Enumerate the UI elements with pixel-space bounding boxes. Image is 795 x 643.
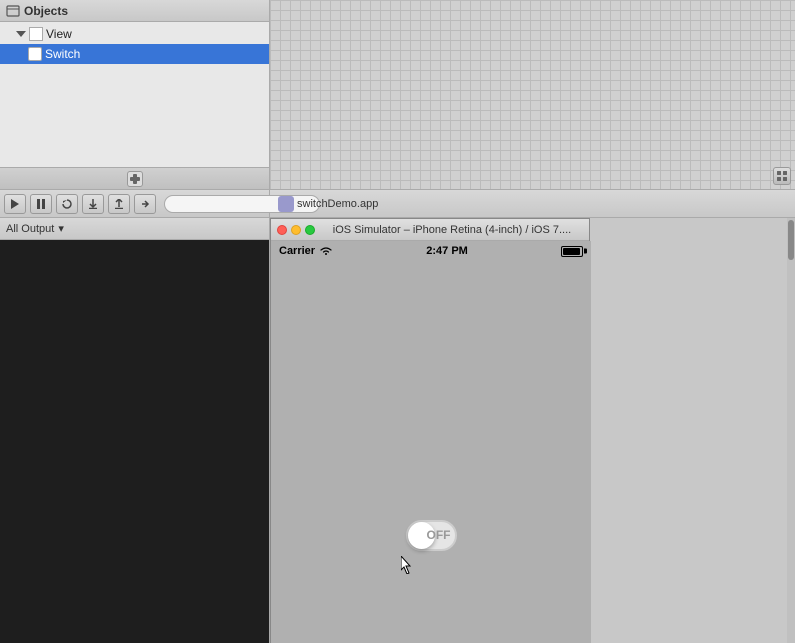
iphone-content: OFF — [271, 261, 591, 643]
toolbar-left — [0, 190, 270, 217]
upload-button[interactable] — [108, 194, 130, 214]
output-content — [0, 240, 269, 643]
simulator-titlebar: iOS Simulator – iPhone Retina (4-inch) /… — [271, 219, 589, 241]
objects-header-icon — [6, 4, 20, 18]
arrow-button[interactable] — [134, 194, 156, 214]
canvas-corner-icon[interactable] — [773, 167, 791, 185]
status-left: Carrier — [279, 245, 333, 257]
app-icon — [278, 196, 294, 212]
top-area: Objects View Switch — [0, 0, 795, 190]
objects-add-button[interactable] — [127, 171, 143, 187]
tree-item-view[interactable]: View — [0, 24, 269, 44]
output-header: All Output ▾ — [0, 218, 269, 240]
status-right — [561, 246, 583, 257]
objects-header-label: Objects — [24, 4, 68, 18]
battery-icon — [561, 246, 583, 257]
middle-toolbar: switchDemo.app — [0, 190, 795, 218]
refresh-button[interactable] — [56, 194, 78, 214]
simulator-panel: iOS Simulator – iPhone Retina (4-inch) /… — [270, 218, 795, 643]
minimize-button[interactable] — [291, 225, 301, 235]
canvas-area — [270, 0, 795, 189]
simulator-scrollbar[interactable] — [787, 218, 795, 643]
objects-header: Objects — [0, 0, 269, 22]
switch-icon — [28, 47, 42, 61]
view-label: View — [46, 27, 72, 41]
output-dropdown-icon[interactable]: ▾ — [58, 222, 64, 235]
close-button[interactable] — [277, 225, 287, 235]
switch-label: Switch — [45, 47, 80, 61]
bottom-area: All Output ▾ iOS Simulator – iPhone Reti… — [0, 218, 795, 643]
wifi-icon — [319, 246, 333, 256]
pause-button[interactable] — [30, 194, 52, 214]
simulator-window: iOS Simulator – iPhone Retina (4-inch) /… — [270, 218, 590, 643]
iphone-statusbar: Carrier 2:47 PM — [271, 241, 591, 261]
status-time: 2:47 PM — [426, 245, 468, 257]
iphone-screen: Carrier 2:47 PM — [271, 241, 591, 643]
carrier-label: Carrier — [279, 245, 315, 257]
view-icon — [29, 27, 43, 41]
app-name: switchDemo.app — [297, 198, 378, 210]
objects-panel: Objects View Switch — [0, 0, 270, 189]
simulator-title: iOS Simulator – iPhone Retina (4-inch) /… — [321, 224, 583, 236]
output-panel: All Output ▾ — [0, 218, 270, 643]
scrollbar-thumb[interactable] — [788, 220, 794, 260]
mouse-cursor — [401, 556, 413, 574]
maximize-button[interactable] — [305, 225, 315, 235]
simulator-traffic-lights — [277, 225, 315, 235]
toggle-label: OFF — [427, 528, 451, 542]
tree-item-switch[interactable]: Switch — [0, 44, 269, 64]
app-label: switchDemo.app — [278, 196, 378, 212]
play-button[interactable] — [4, 194, 26, 214]
download-button[interactable] — [82, 194, 104, 214]
objects-bottom-bar — [0, 167, 269, 189]
ios-toggle-switch[interactable]: OFF — [406, 520, 457, 551]
objects-tree: View Switch — [0, 22, 269, 167]
toolbar-right: switchDemo.app — [270, 190, 795, 217]
output-label: All Output — [6, 223, 54, 235]
expand-icon-view — [16, 31, 26, 37]
